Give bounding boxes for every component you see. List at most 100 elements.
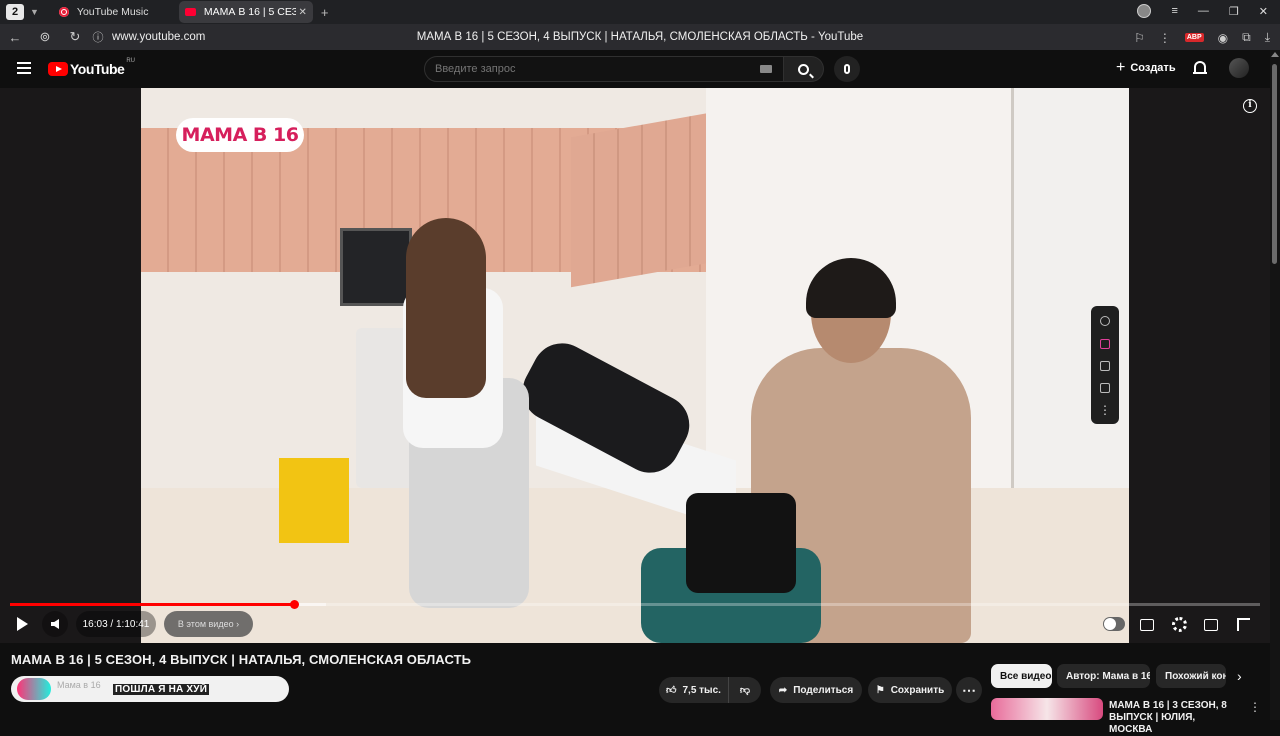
thumbs-up-icon: 👍︎: [666, 685, 677, 696]
channel-name[interactable]: Мама в 16: [57, 680, 101, 690]
notifications-bell-icon[interactable]: [1193, 61, 1207, 75]
scrubber-handle[interactable]: [289, 600, 299, 609]
chevron-down-icon[interactable]: ▼: [30, 7, 39, 17]
settings-gear-icon[interactable]: [1172, 617, 1187, 632]
more-vert-icon[interactable]: ⋮: [1249, 700, 1261, 714]
search-box: [424, 56, 824, 82]
browser-tabbar: 2 ▼ YouTube Music МАМА В 16 | 5 СЕЗОН, 4…: [0, 0, 1280, 24]
time-display: 16:03 / 1:10:41: [76, 611, 156, 637]
like-dislike-group: 👍︎ 7,5 тыс. 👎︎: [659, 677, 761, 703]
menu-icon[interactable]: ≡: [1171, 5, 1177, 17]
tab-label: МАМА В 16 | 5 СЕЗОН, 4 ВЫПУСК: [203, 6, 296, 18]
like-button[interactable]: 👍︎ 7,5 тыс.: [659, 677, 729, 703]
tab-label: YouTube Music: [76, 6, 149, 18]
logo-region: RU: [126, 58, 135, 64]
search-icon: [798, 63, 809, 75]
tab-youtube-music[interactable]: YouTube Music: [53, 1, 171, 23]
minimize-icon[interactable]: —: [1198, 5, 1209, 17]
new-tab-icon[interactable]: +: [321, 5, 329, 20]
show-logo-watermark: МАМА В 16: [176, 118, 304, 152]
plus-icon: +: [1116, 59, 1126, 76]
play-button[interactable]: [8, 611, 34, 637]
chevron-right-icon[interactable]: ›: [1237, 668, 1242, 684]
chip-channel[interactable]: Автор: Мама в 16: [1057, 664, 1150, 688]
chevron-right-icon: ›: [233, 619, 240, 629]
progress-bar[interactable]: [10, 600, 1260, 609]
recommendation-thumbnail[interactable]: [991, 698, 1103, 720]
quote-icon[interactable]: [1100, 338, 1110, 349]
bookmark-icon[interactable]: ⚐: [1134, 31, 1145, 45]
microphone-icon: [844, 64, 850, 74]
adblock-icon[interactable]: ABP: [1184, 33, 1204, 42]
chapters-label: В этом видео: [177, 619, 234, 629]
close-window-icon[interactable]: ✕: [1259, 5, 1268, 18]
extension-logo-icon[interactable]: [1100, 316, 1110, 327]
hamburger-menu-icon[interactable]: [17, 62, 31, 74]
channel-avatar[interactable]: [17, 678, 51, 700]
address-bar: ← ⊚ ↻ ⓘ www.youtube.com МАМА В 16 | 5 СЕ…: [0, 24, 1280, 50]
more-vert-icon[interactable]: ⋮: [1099, 404, 1111, 416]
video-player[interactable]: МАМА В 16 i ⋮ 16:03 / 1:10:41 В этом вид…: [0, 88, 1270, 643]
like-count: 7,5 тыс.: [682, 684, 721, 696]
profile-avatar[interactable]: [1137, 4, 1152, 18]
url-field[interactable]: www.youtube.com: [112, 31, 205, 43]
share-arrow-icon: ➦: [778, 684, 788, 696]
progress-played: [10, 603, 294, 606]
account-avatar[interactable]: [1229, 58, 1249, 78]
reload-icon[interactable]: ↻: [60, 29, 90, 45]
video-title: МАМА В 16 | 5 СЕЗОН, 4 ВЫПУСК | НАТАЛЬЯ,…: [11, 652, 472, 667]
play-extension-icon[interactable]: ◉: [1218, 31, 1228, 45]
create-label: Создать: [1130, 62, 1176, 74]
shield-icon[interactable]: ⊚: [30, 29, 60, 45]
chip-related[interactable]: Похожий кон: [1156, 664, 1226, 688]
logo-text: YouTube: [70, 61, 125, 77]
fullscreen-icon[interactable]: [1237, 618, 1250, 631]
youtube-play-icon: [48, 62, 68, 76]
chapters-button[interactable]: В этом видео ›: [164, 611, 253, 637]
share-label: Поделиться: [793, 684, 854, 696]
voice-search-button[interactable]: [834, 56, 860, 82]
extension-side-panel: ⋮: [1091, 306, 1119, 424]
more-horiz-icon: ⋯: [962, 681, 976, 698]
back-arrow-icon[interactable]: ←: [0, 30, 30, 45]
subtitles-button[interactable]: [1140, 619, 1154, 631]
volume-button[interactable]: [42, 611, 68, 637]
scroll-up-arrow-icon[interactable]: [1271, 52, 1279, 57]
autoplay-toggle[interactable]: [1103, 617, 1125, 631]
download-icon[interactable]: ⤓: [1265, 30, 1270, 45]
recommendation-title[interactable]: МАМА В 16 | 3 СЕЗОН, 8 ВЫПУСК | ЮЛИЯ, МО…: [1109, 700, 1239, 736]
dislike-button[interactable]: 👎︎: [729, 684, 761, 696]
thumbs-down-icon: 👎︎: [739, 685, 751, 696]
youtube-header: YouTube RU + Создать: [0, 50, 1280, 88]
tab-count-badge[interactable]: 2: [6, 4, 24, 20]
create-button[interactable]: + Создать: [1116, 59, 1176, 76]
chip-all-videos[interactable]: Все видео: [991, 664, 1052, 688]
miniplayer-button[interactable]: [1204, 619, 1218, 631]
overlay-text: ПОШЛА Я НА ХУЙ: [113, 684, 210, 695]
search-input[interactable]: [424, 56, 784, 82]
bookmark-icon: ⚑: [875, 684, 885, 696]
youtube-music-icon: [58, 7, 69, 17]
save-label: Сохранить: [890, 684, 945, 696]
subtitles-icon[interactable]: [1100, 360, 1110, 371]
search-button[interactable]: [784, 56, 824, 82]
restore-icon[interactable]: ❐: [1229, 5, 1239, 18]
scroll-thumb[interactable]: [1272, 64, 1277, 264]
save-button[interactable]: ⚑ Сохранить: [868, 677, 952, 703]
youtube-logo[interactable]: YouTube RU: [48, 58, 135, 77]
keyboard-icon[interactable]: [760, 65, 772, 73]
share-button[interactable]: ➦ Поделиться: [770, 677, 862, 703]
site-info-icon[interactable]: ⓘ: [90, 29, 106, 45]
close-tab-icon[interactable]: ✕: [299, 7, 307, 18]
page-scrollbar[interactable]: [1270, 50, 1280, 720]
tab-active-video[interactable]: МАМА В 16 | 5 СЕЗОН, 4 ВЫПУСК ✕: [178, 1, 313, 23]
youtube-favicon-icon: [184, 8, 196, 16]
channel-row[interactable]: Мама в 16 ПОШЛА Я НА ХУЙ: [11, 676, 289, 702]
picture-in-picture-icon[interactable]: [1100, 383, 1110, 394]
more-vert-icon[interactable]: ⋮: [1159, 31, 1171, 45]
info-icon[interactable]: i: [1243, 99, 1257, 113]
play-icon: [17, 617, 28, 631]
more-actions-button[interactable]: ⋯: [956, 677, 982, 703]
extensions-icon[interactable]: ⧉: [1242, 30, 1251, 45]
volume-icon: [51, 619, 59, 629]
